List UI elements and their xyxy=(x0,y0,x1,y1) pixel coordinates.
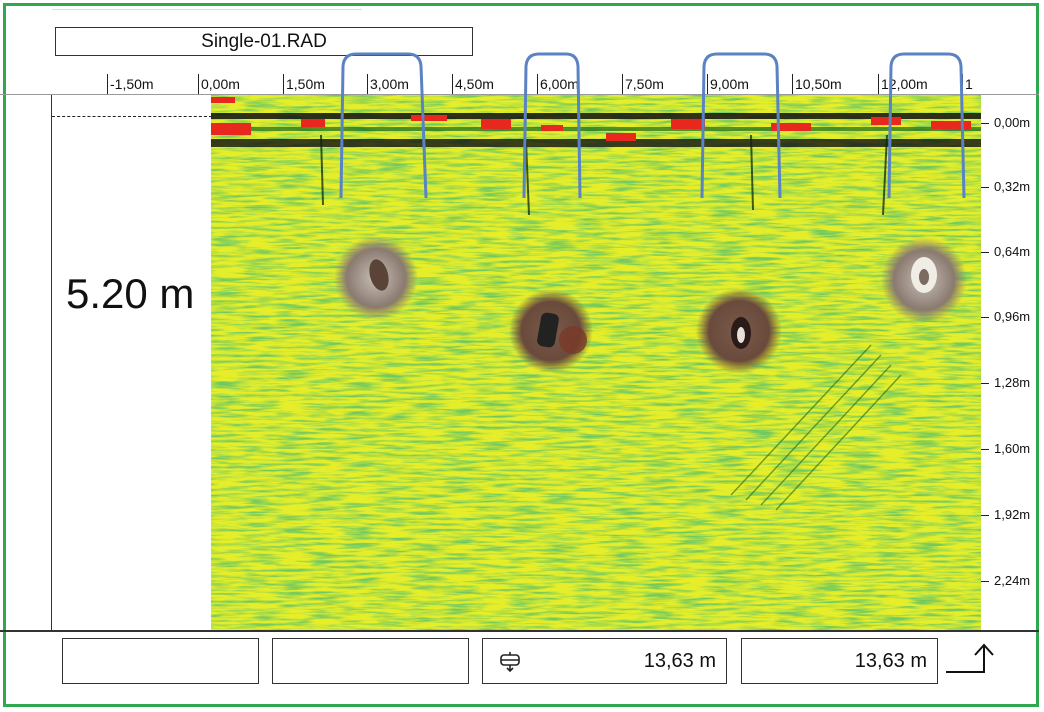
h-tick: 1,50m xyxy=(283,74,325,94)
left-blank-panel xyxy=(51,95,212,630)
target-bracket-1 xyxy=(339,52,428,199)
target-bracket-4 xyxy=(887,52,966,199)
target-bracket-3 xyxy=(700,52,782,199)
v-tick: 2,24m xyxy=(981,573,1036,589)
top-rule xyxy=(52,9,362,10)
distance-field[interactable]: 13,63 m xyxy=(741,638,938,684)
status-field-2[interactable] xyxy=(272,638,469,684)
target-bracket-2 xyxy=(522,52,582,199)
pipe-photo-1 xyxy=(334,236,418,320)
measuring-wheel-icon xyxy=(500,652,520,673)
surface-depth-marker[interactable] xyxy=(52,116,212,117)
v-tick: 0,96m xyxy=(981,309,1036,325)
scan-length-label: 5.20 m xyxy=(66,270,195,317)
status-field-1[interactable] xyxy=(62,638,259,684)
position-value: 13,63 m xyxy=(643,649,716,672)
h-tick: 0,00m xyxy=(198,74,240,94)
target-bracket-overlay xyxy=(339,52,966,199)
status-divider xyxy=(0,630,1039,632)
h-tick: -1,50m xyxy=(107,74,154,94)
v-tick: 1,60m xyxy=(981,441,1036,457)
v-tick: 1,28m xyxy=(981,375,1036,391)
v-tick: 0,64m xyxy=(981,244,1036,260)
pipe-photo-3 xyxy=(696,288,782,374)
pipe-photo-2 xyxy=(509,289,593,373)
pipe-photo-4 xyxy=(881,237,967,323)
export-arrow-icon[interactable] xyxy=(944,640,1000,680)
depth-ruler: 0,00m 0,32m 0,64m 0,96m 1,28m 1,60m 1,92… xyxy=(981,95,1036,630)
v-tick: 0,32m xyxy=(981,179,1036,195)
position-field[interactable]: 13,63 m xyxy=(482,638,727,684)
v-tick: 1,92m xyxy=(981,507,1036,523)
v-tick: 0,00m xyxy=(981,115,1036,131)
distance-value: 13,63 m xyxy=(854,649,927,672)
